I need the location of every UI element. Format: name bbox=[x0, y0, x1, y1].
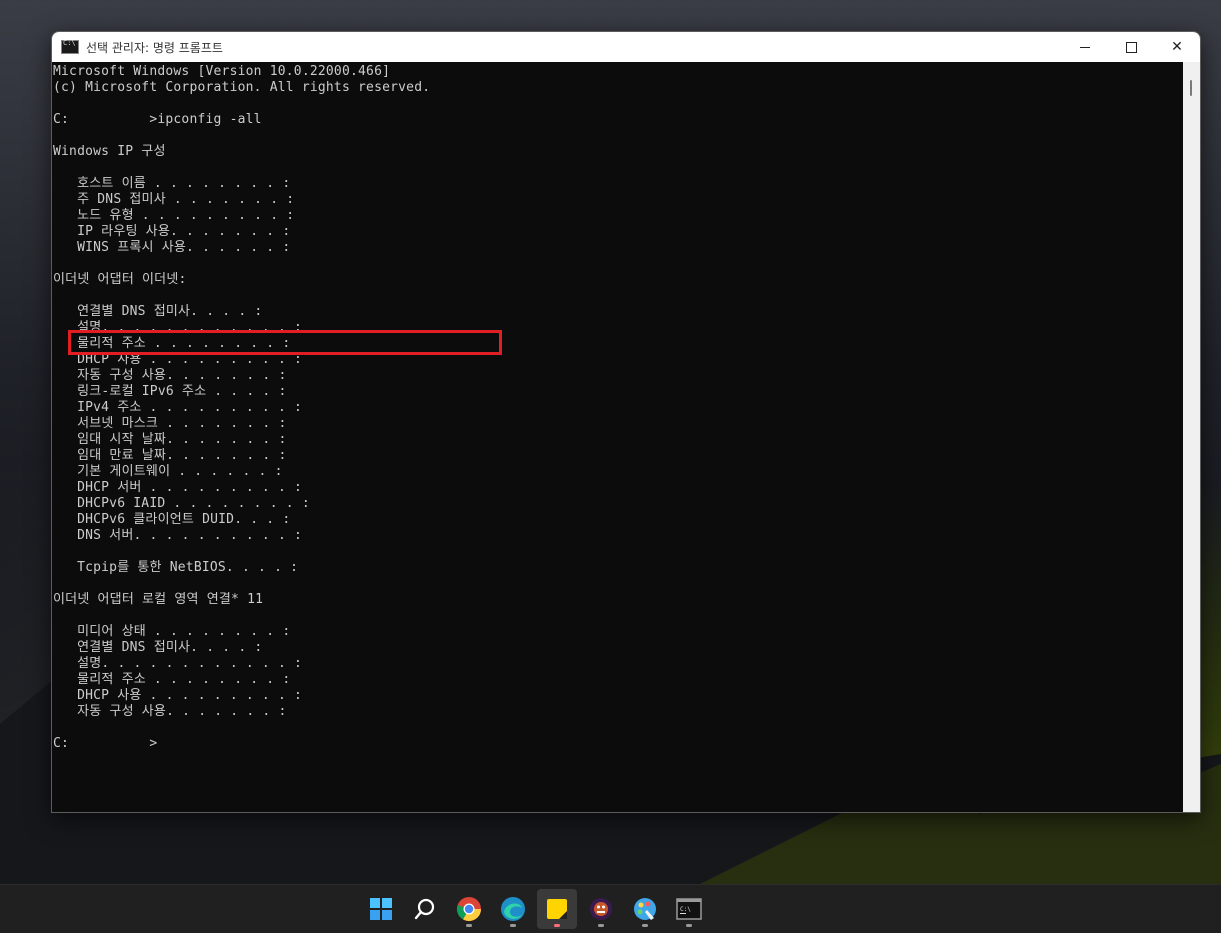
taskbar-command-prompt[interactable]: C:\ bbox=[669, 889, 709, 929]
console-line: 미디어 상태 . . . . . . . . : bbox=[53, 624, 291, 639]
console-line: 이더넷 어댑터 로컬 영역 연결* 11 bbox=[53, 592, 264, 607]
running-indicator bbox=[554, 924, 560, 927]
console-output[interactable]: Microsoft Windows [Version 10.0.22000.46… bbox=[52, 62, 1183, 812]
console-line: 설명. . . . . . . . . . . . : bbox=[53, 656, 303, 671]
console-line: DHCPv6 클라이언트 DUID. . . : bbox=[53, 512, 291, 527]
console-line: Windows IP 구성 bbox=[53, 144, 166, 159]
console-line: Tcpip를 통한 NetBIOS. . . . : bbox=[53, 560, 299, 575]
highlight-box-physical-address bbox=[68, 330, 502, 355]
console-line: 물리적 주소 . . . . . . . . : bbox=[53, 672, 291, 687]
close-icon: ✕ bbox=[1171, 39, 1183, 55]
title-bar[interactable]: 선택 관리자: 명령 프롬프트 ✕ bbox=[52, 32, 1200, 62]
running-indicator bbox=[466, 924, 472, 927]
console-line: 링크-로컬 IPv6 주소 . . . . : bbox=[53, 384, 287, 399]
console-line: 임대 시작 날짜. . . . . . . : bbox=[53, 432, 287, 447]
maximize-icon bbox=[1125, 41, 1137, 53]
game-app-icon bbox=[590, 898, 612, 920]
command-prompt-icon: C:\ bbox=[676, 898, 702, 920]
window-title: 선택 관리자: 명령 프롬프트 bbox=[86, 40, 223, 55]
console-line: Microsoft Windows [Version 10.0.22000.46… bbox=[53, 64, 391, 79]
scroll-thumb[interactable] bbox=[1190, 80, 1192, 96]
svg-text:C:\: C:\ bbox=[680, 906, 691, 913]
taskbar-search[interactable] bbox=[405, 889, 445, 929]
console-line: 호스트 이름 . . . . . . . . : bbox=[53, 176, 291, 191]
console-line: 서브넷 마스크 . . . . . . . : bbox=[53, 416, 287, 431]
console-line: DHCPv6 IAID . . . . . . . . : bbox=[53, 496, 310, 511]
console-line: 연결별 DNS 접미사. . . . : bbox=[53, 640, 263, 655]
console-line: 기본 게이트웨이 . . . . . . : bbox=[53, 464, 283, 479]
console-line: 자동 구성 사용. . . . . . . : bbox=[53, 368, 287, 383]
taskbar-start[interactable] bbox=[361, 889, 401, 929]
taskbar-edge-dev[interactable] bbox=[493, 889, 533, 929]
paint-icon bbox=[634, 898, 656, 920]
chrome-icon bbox=[456, 897, 481, 922]
console-line: (c) Microsoft Corporation. All rights re… bbox=[53, 80, 431, 95]
console-line: IP 라우팅 사용. . . . . . . : bbox=[53, 224, 291, 239]
console-line: DHCP 사용 . . . . . . . . . : bbox=[53, 688, 303, 703]
taskbar-chrome[interactable] bbox=[449, 889, 489, 929]
console-line: 주 DNS 접미사 . . . . . . . : bbox=[53, 192, 295, 207]
running-indicator bbox=[510, 924, 516, 927]
console-line: 노드 유형 . . . . . . . . . : bbox=[53, 208, 295, 223]
console-line: 임대 만료 날짜. . . . . . . : bbox=[53, 448, 287, 463]
console-line: 이더넷 어댑터 이더넷: bbox=[53, 272, 187, 287]
console-line: C: > bbox=[53, 736, 158, 751]
minimize-button[interactable] bbox=[1062, 32, 1108, 62]
command-prompt-window: 선택 관리자: 명령 프롬프트 ✕ Microsoft Windows [Ver… bbox=[51, 31, 1201, 813]
taskbar-game-app[interactable] bbox=[581, 889, 621, 929]
console-line: DNS 서버. . . . . . . . . . : bbox=[53, 528, 303, 543]
edge-dev-icon bbox=[501, 897, 525, 921]
sticky-notes-icon bbox=[547, 899, 567, 919]
taskbar-sticky-notes[interactable] bbox=[537, 889, 577, 929]
terminal-icon bbox=[61, 39, 79, 54]
taskbar-paint[interactable] bbox=[625, 889, 665, 929]
maximize-button[interactable] bbox=[1108, 32, 1154, 62]
vertical-scrollbar[interactable] bbox=[1183, 62, 1200, 812]
start-icon bbox=[370, 898, 392, 920]
console-line: 연결별 DNS 접미사. . . . : bbox=[53, 304, 263, 319]
console-line: 자동 구성 사용. . . . . . . : bbox=[53, 704, 287, 719]
running-indicator bbox=[598, 924, 604, 927]
running-indicator bbox=[642, 924, 648, 927]
search-icon bbox=[414, 898, 435, 920]
console-line: IPv4 주소 . . . . . . . . . : bbox=[53, 400, 303, 415]
running-indicator bbox=[686, 924, 692, 927]
console-line: C: >ipconfig -all bbox=[53, 112, 262, 127]
minimize-icon bbox=[1080, 46, 1090, 48]
console-line: DHCP 서버 . . . . . . . . . : bbox=[53, 480, 303, 495]
console-line: WINS 프록시 사용. . . . . . : bbox=[53, 240, 291, 255]
taskbar: C:\ bbox=[0, 884, 1221, 933]
close-button[interactable]: ✕ bbox=[1154, 32, 1200, 62]
